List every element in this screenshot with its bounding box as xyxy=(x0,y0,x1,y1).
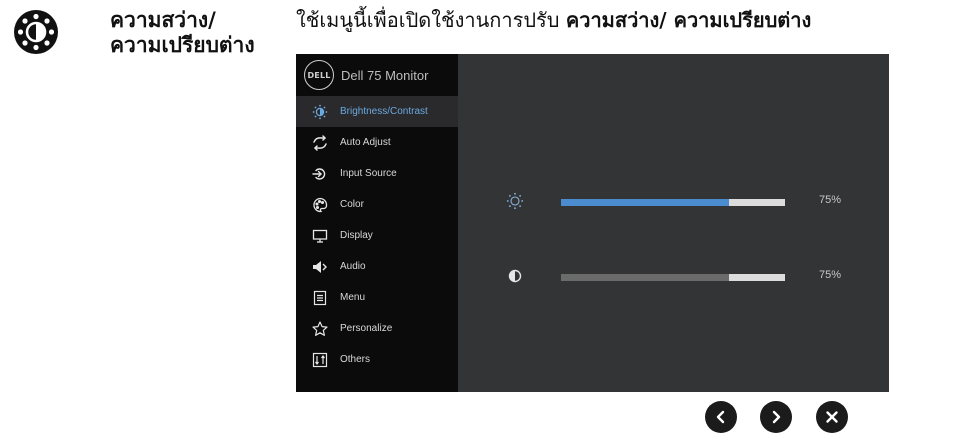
brightness-fill xyxy=(561,199,729,206)
speaker-icon xyxy=(312,259,328,275)
menu-item-label: Menu xyxy=(340,292,366,303)
brightness-contrast-icon xyxy=(14,10,58,54)
menu-item-color[interactable]: Color xyxy=(296,189,458,220)
menu-item-label: Input Source xyxy=(340,168,397,179)
brightness-slider[interactable]: 75% xyxy=(506,192,876,212)
brightness-icon xyxy=(506,192,524,210)
description-bold-text: ความสว่าง/ ความเปรียบต่าง xyxy=(565,8,812,32)
section-description: ใช้เมนูนี้เพื่อเปิดใช้งานการปรับ ความสว่… xyxy=(296,8,811,33)
menu-item-menu[interactable]: Menu xyxy=(296,282,458,313)
monitor-model: Dell 75 Monitor xyxy=(341,67,429,83)
menu-item-personalize[interactable]: Personalize xyxy=(296,313,458,344)
osd-header: DELL Dell 75 Monitor xyxy=(296,54,458,96)
contrast-icon xyxy=(506,267,524,285)
contrast-slider[interactable]: 75% xyxy=(506,267,876,287)
menu-item-label: Personalize xyxy=(340,323,393,334)
chevron-left-icon xyxy=(716,410,725,424)
menu-item-label: Auto Adjust xyxy=(340,137,391,148)
close-icon xyxy=(826,411,838,423)
brightness-value: 75% xyxy=(819,194,842,206)
menu-item-audio[interactable]: Audio xyxy=(296,251,458,282)
chevron-right-icon xyxy=(772,410,781,424)
menu-item-label: Brightness/Contrast xyxy=(340,106,428,117)
menu-item-others[interactable]: Others xyxy=(296,344,458,375)
menu-item-label: Display xyxy=(340,230,373,241)
display-icon xyxy=(312,228,328,244)
menu-item-label: Others xyxy=(340,354,371,365)
brightness-track[interactable] xyxy=(561,199,785,206)
auto-adjust-icon xyxy=(312,134,328,151)
brightness-contrast-icon xyxy=(312,104,328,120)
contrast-value: 75% xyxy=(819,269,842,281)
osd-menu: DELL Dell 75 Monitor Brightness/Contrast xyxy=(296,54,458,392)
close-button[interactable] xyxy=(816,401,848,433)
menu-item-input-source[interactable]: Input Source xyxy=(296,158,458,189)
dell-logo: DELL xyxy=(304,60,334,90)
star-icon xyxy=(312,320,328,337)
menu-item-display[interactable]: Display xyxy=(296,220,458,251)
menu-item-brightness-contrast[interactable]: Brightness/Contrast xyxy=(296,96,458,127)
description-text: ใช้เมนูนี้เพื่อเปิดใช้งานการปรับ xyxy=(296,8,560,32)
next-button[interactable] xyxy=(760,401,792,433)
menu-item-label: Color xyxy=(340,199,364,210)
color-palette-icon xyxy=(312,197,328,213)
menu-item-label: Audio xyxy=(340,261,366,272)
osd-panel: DELL Dell 75 Monitor Brightness/Contrast xyxy=(296,54,889,392)
menu-item-auto-adjust[interactable]: Auto Adjust xyxy=(296,127,458,158)
menu-icon xyxy=(312,290,328,306)
section-title: ความสว่าง/ ความเปรียบต่าง xyxy=(110,8,255,57)
input-source-icon xyxy=(312,166,328,182)
contrast-fill xyxy=(561,274,729,281)
others-icon xyxy=(312,352,328,368)
contrast-track[interactable] xyxy=(561,274,785,281)
previous-button[interactable] xyxy=(705,401,737,433)
